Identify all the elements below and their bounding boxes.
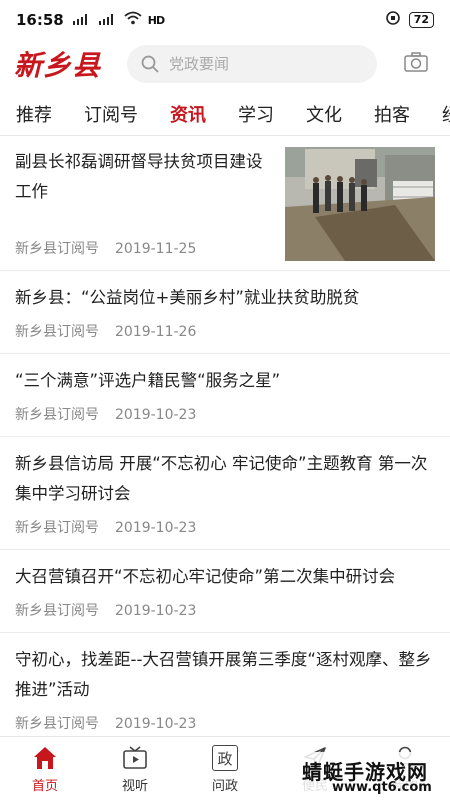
nav-label: 问政 [211, 779, 238, 794]
app-logo: 新乡县 [14, 49, 102, 82]
nav-home[interactable]: 首页 [0, 737, 90, 800]
signal-icon [72, 13, 92, 28]
news-meta: 新乡县订阅号 2019-11-25 [15, 230, 277, 270]
tv-icon [122, 743, 148, 773]
news-item[interactable]: “三个满意”评选户籍民警“服务之星” 新乡县订阅号 2019-10-23 [0, 354, 450, 437]
tab-news[interactable]: 资讯 [154, 101, 222, 127]
nav-label: 首页 [31, 779, 58, 794]
tab-subscriptions[interactable]: 订阅号 [68, 101, 154, 127]
wifi-icon [124, 11, 142, 29]
news-source: 新乡县订阅号 [15, 324, 99, 340]
news-date: 2019-11-25 [115, 241, 197, 257]
news-item[interactable]: 新乡县：“公益岗位+美丽乡村”就业扶贫助脱贫 新乡县订阅号 2019-11-26 [0, 271, 450, 354]
battery-indicator: 72 [408, 12, 434, 28]
nav-media[interactable]: 视听 [90, 737, 180, 800]
news-item[interactable]: 守初心，找差距--大召营镇开展第三季度“逐村观摩、整乡推进”活动 新乡县订阅号 2… [0, 633, 450, 746]
camera-icon[interactable] [404, 52, 428, 76]
news-date: 2019-10-23 [115, 603, 197, 619]
tab-economy[interactable]: 经济 [426, 101, 450, 127]
news-source: 新乡县订阅号 [15, 716, 99, 732]
news-title: 新乡县信访局 开展“不忘初心 牢记使命”主题教育 第一次集中学习研讨会 [15, 454, 428, 503]
wenzheng-glyph: 政 [212, 745, 238, 771]
category-tabs: 推荐 订阅号 资讯 学习 文化 拍客 经济 [0, 92, 450, 136]
news-date: 2019-10-23 [115, 407, 197, 423]
news-item[interactable]: 大召营镇召开“不忘初心牢记使命”第二次集中研讨会 新乡县订阅号 2019-10-2… [0, 550, 450, 633]
news-item[interactable]: 副县长祁磊调研督导扶贫项目建设工作 新乡县订阅号 2019-11-25 [0, 137, 450, 271]
search-input[interactable] [169, 55, 350, 73]
news-title: 副县长祁磊调研督导扶贫项目建设工作 [15, 152, 263, 201]
nav-wenzheng[interactable]: 政 问政 [180, 737, 270, 800]
hd-badge: HD [147, 13, 165, 27]
news-source: 新乡县订阅号 [15, 407, 99, 423]
news-source: 新乡县订阅号 [15, 241, 99, 257]
news-date: 2019-10-23 [115, 716, 197, 732]
news-meta: 新乡县订阅号 2019-11-26 [15, 313, 435, 353]
app-header: 新乡县 [0, 40, 450, 88]
news-meta: 新乡县订阅号 2019-10-23 [15, 592, 435, 632]
news-title: 新乡县：“公益岗位+美丽乡村”就业扶贫助脱贫 [15, 288, 360, 307]
search-icon [141, 55, 159, 73]
news-meta: 新乡县订阅号 2019-10-23 [15, 396, 435, 436]
news-source: 新乡县订阅号 [15, 603, 99, 619]
status-bar: 16:58 HD 72 [0, 0, 450, 40]
news-date: 2019-10-23 [115, 520, 197, 536]
watermark-url: www.qt6.com [332, 780, 432, 795]
news-source: 新乡县订阅号 [15, 520, 99, 536]
nav-label: 视听 [121, 779, 148, 794]
search-bar[interactable] [127, 45, 378, 83]
news-feed: 副县长祁磊调研督导扶贫项目建设工作 新乡县订阅号 2019-11-25 新乡县：… [0, 137, 450, 746]
news-title: “三个满意”评选户籍民警“服务之星” [15, 371, 281, 390]
tab-culture[interactable]: 文化 [290, 101, 358, 127]
news-meta: 新乡县订阅号 2019-10-23 [15, 509, 435, 549]
home-icon [32, 743, 58, 773]
tab-study[interactable]: 学习 [222, 101, 290, 127]
news-thumbnail [285, 147, 435, 261]
signal-icon-2 [98, 13, 118, 28]
news-date: 2019-11-26 [115, 324, 197, 340]
tab-photographer[interactable]: 拍客 [358, 101, 426, 127]
news-title: 守初心，找差距--大召营镇开展第三季度“逐村观摩、整乡推进”活动 [15, 650, 432, 699]
news-item[interactable]: 新乡县信访局 开展“不忘初心 牢记使命”主题教育 第一次集中学习研讨会 新乡县订… [0, 437, 450, 550]
status-time: 16:58 [16, 11, 64, 29]
news-title: 大召营镇召开“不忘初心牢记使命”第二次集中研讨会 [15, 567, 396, 586]
wenzheng-icon: 政 [212, 743, 238, 773]
alarm-icon [385, 10, 401, 30]
tab-recommend[interactable]: 推荐 [0, 101, 68, 127]
watermark: 蜻蜓手游戏网 www.qt6.com [302, 752, 444, 796]
